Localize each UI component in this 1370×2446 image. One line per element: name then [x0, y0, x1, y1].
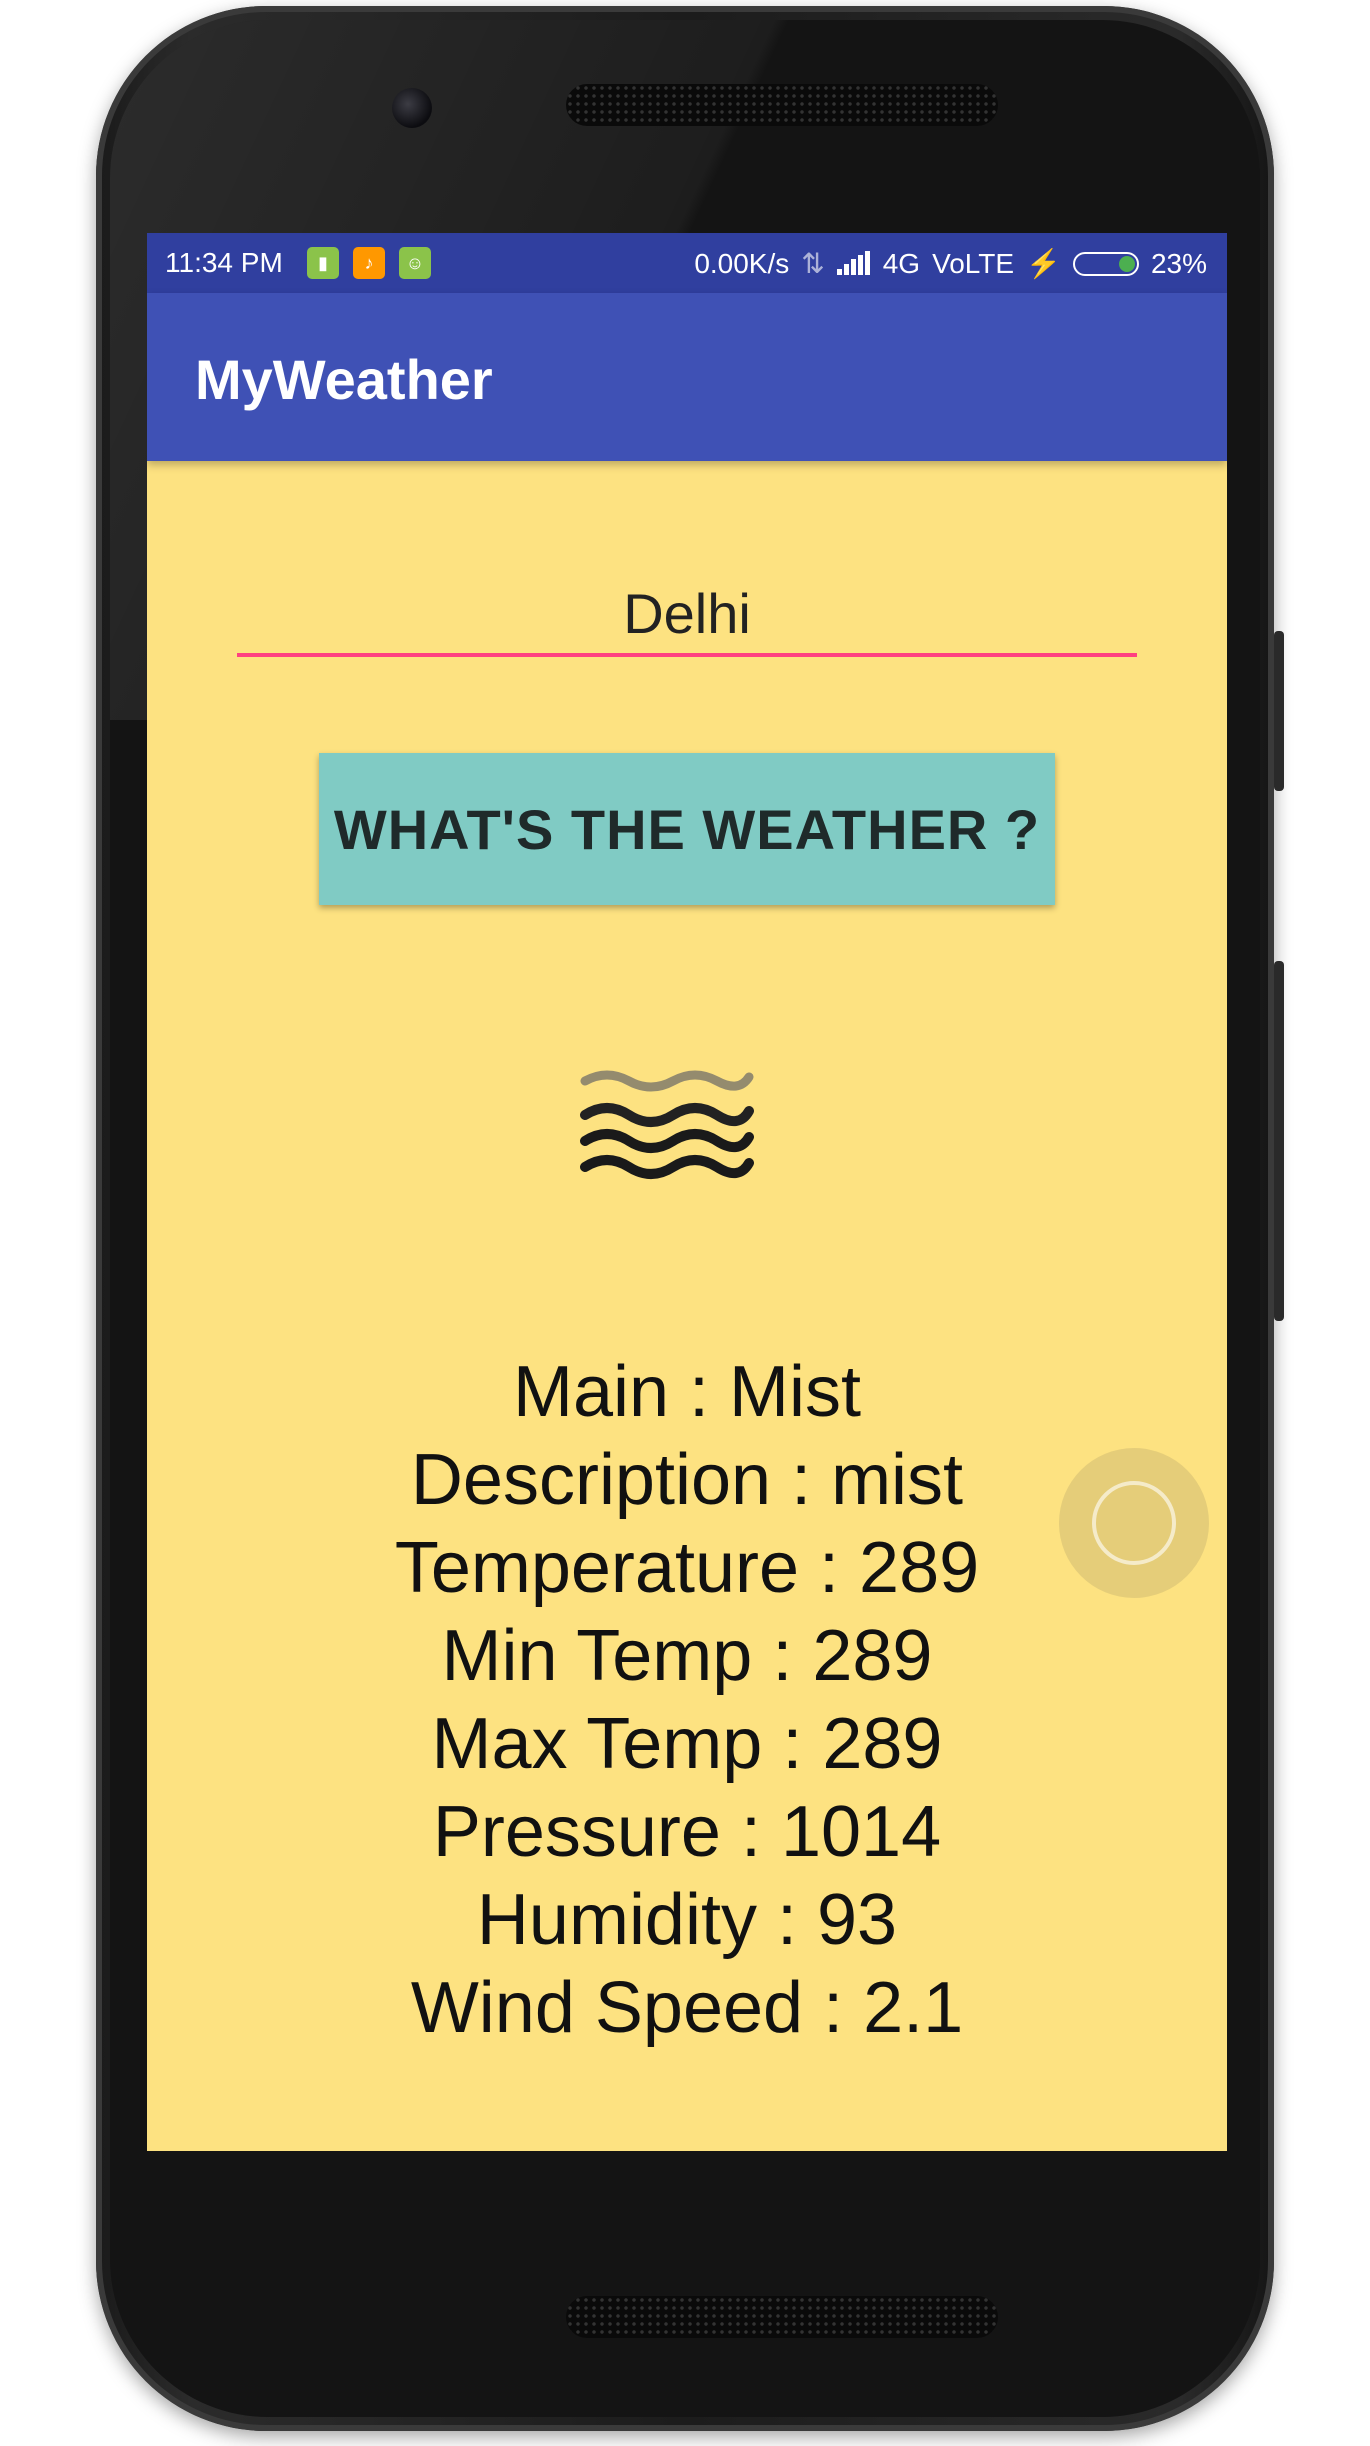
- info-wind-speed: Wind Speed : 2.1: [410, 1968, 964, 2048]
- power-button: [1274, 631, 1284, 791]
- info-humidity: Humidity : 93: [476, 1880, 898, 1960]
- bottom-speaker: [566, 2296, 998, 2338]
- info-pressure: Pressure : 1014: [432, 1792, 942, 1872]
- info-max-temp: Max Temp : 289: [431, 1704, 943, 1784]
- music-icon: ♪: [353, 247, 385, 279]
- cat-app-icon: ☺: [399, 247, 431, 279]
- weather-info: Main : Mist Description : mist Temperatu…: [147, 1348, 1227, 2052]
- status-bar: 11:34 PM ▮ ♪ ☺ 0.00K/s ⇅ 4G VoLTE ⚡ 23%: [147, 233, 1227, 293]
- assistive-touch-ring-icon: [1092, 1481, 1176, 1565]
- whats-the-weather-button[interactable]: WHAT'S THE WEATHER ?: [319, 753, 1055, 905]
- network-type: 4G: [882, 247, 921, 279]
- battery-icon: [1072, 251, 1139, 276]
- top-speaker: [566, 84, 998, 126]
- app-screen: 11:34 PM ▮ ♪ ☺ 0.00K/s ⇅ 4G VoLTE ⚡ 23% …: [147, 233, 1227, 2151]
- app-bar: MyWeather: [147, 293, 1227, 461]
- mist-icon: [580, 1070, 754, 1179]
- battery-percent: 23%: [1150, 247, 1207, 279]
- info-min-temp: Min Temp : 289: [441, 1616, 933, 1696]
- app-title: MyWeather: [195, 348, 493, 411]
- charging-icon: ⚡: [1026, 248, 1061, 279]
- data-arrows-icon: ⇅: [801, 248, 825, 279]
- signal-icon: [836, 250, 871, 277]
- volume-button: [1274, 961, 1284, 1321]
- status-time: 11:34 PM: [165, 247, 283, 278]
- notification-icons: ▮ ♪ ☺: [307, 247, 431, 279]
- net-speed: 0.00K/s: [694, 247, 790, 279]
- battery-app-icon: ▮: [307, 247, 339, 279]
- status-indicators: 0.00K/s ⇅ 4G VoLTE ⚡ 23%: [694, 247, 1207, 280]
- city-input[interactable]: [237, 573, 1137, 657]
- front-camera: [392, 88, 432, 128]
- info-main: Main : Mist: [512, 1352, 862, 1432]
- assistive-touch-button[interactable]: [1059, 1448, 1209, 1598]
- volte-label: VoLTE: [932, 247, 1015, 279]
